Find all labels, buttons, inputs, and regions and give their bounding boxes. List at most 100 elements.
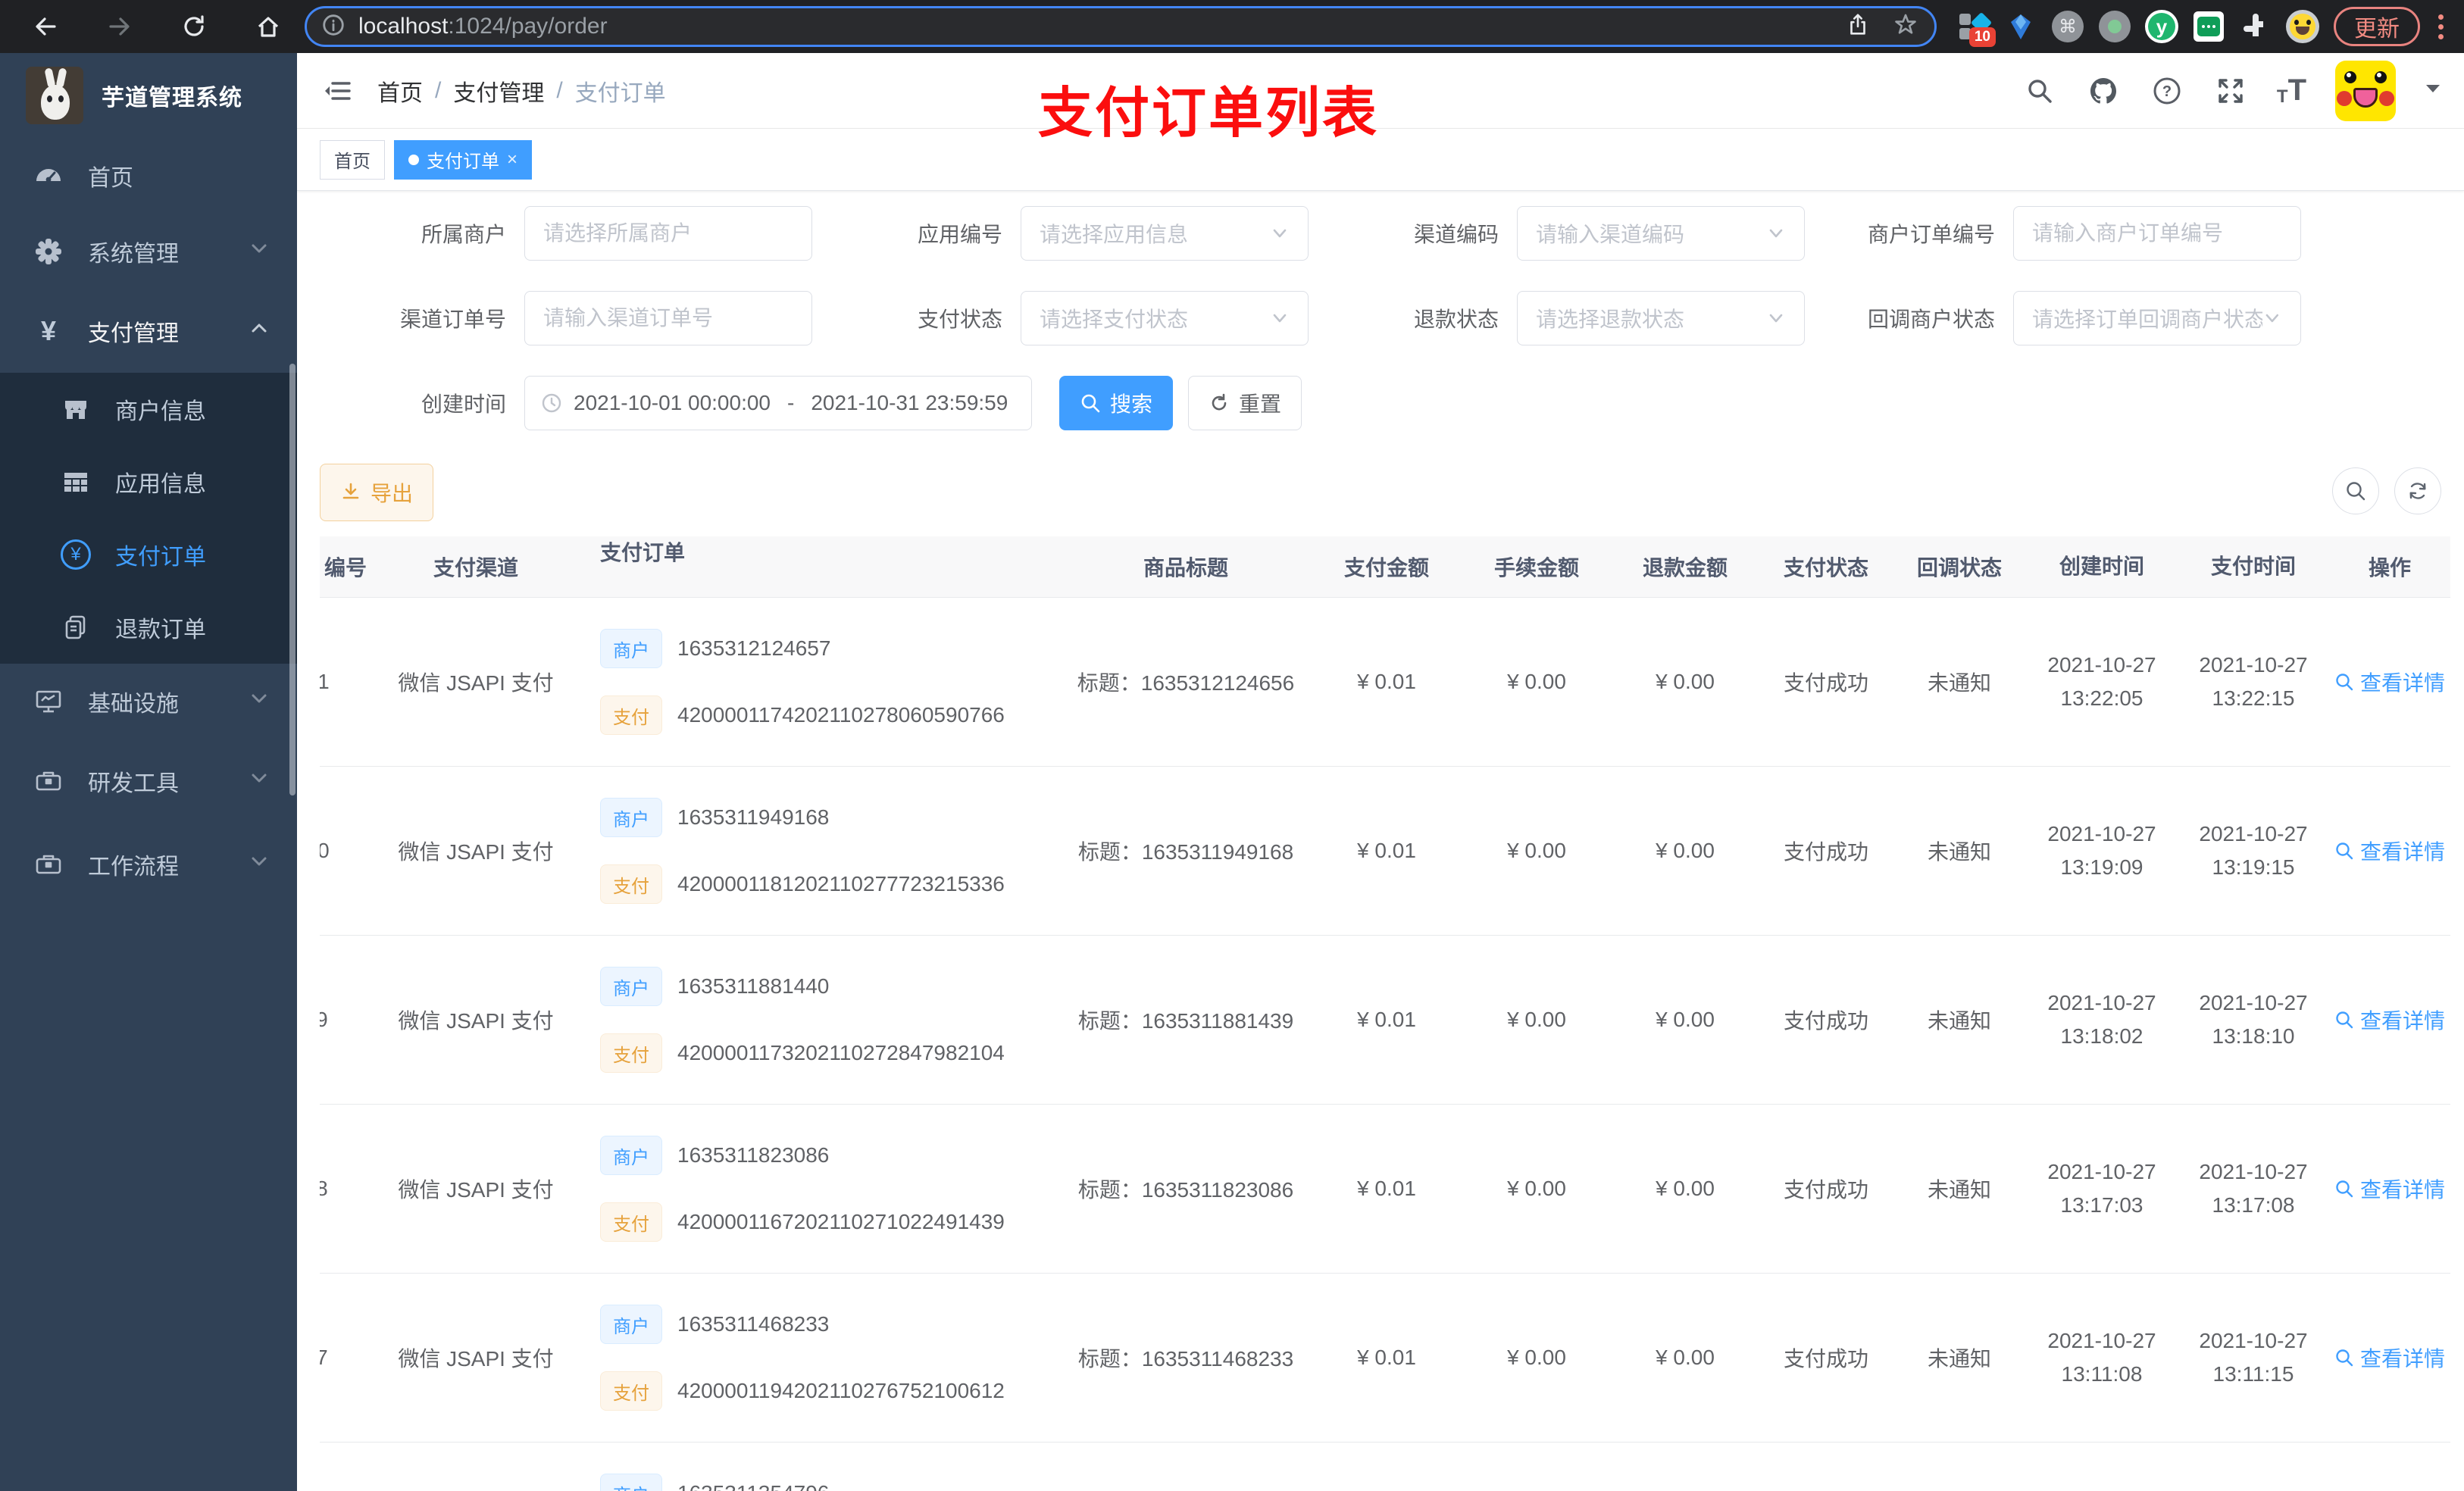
browser-forward-button[interactable] <box>98 5 141 48</box>
browser-address-bar[interactable]: localhost:1024/pay/order <box>305 6 1937 47</box>
browser-update-button[interactable]: 更新 <box>2334 7 2420 46</box>
select-placeholder: 请选择应用信息 <box>1040 223 1189 246</box>
notify-status: 未通知 <box>1927 1347 1991 1371</box>
fee-amount: ¥ 0.00 <box>1507 1177 1566 1200</box>
sidebar-item-infrastructure[interactable]: 基础设施 <box>0 664 297 739</box>
url-text[interactable]: localhost:1024/pay/order <box>358 14 1845 39</box>
merchant-tag: 商户 <box>600 1474 662 1491</box>
search-button[interactable]: 搜索 <box>1059 376 1174 430</box>
view-detail-link[interactable]: 查看详情 <box>2334 1174 2445 1204</box>
sidebar-item-payment[interactable]: ¥ 支付管理 <box>0 289 297 373</box>
profile-emoji-icon[interactable] <box>2285 9 2320 44</box>
font-size-icon[interactable]: TT <box>2277 73 2306 108</box>
sidebar-item-refund-order[interactable]: 退款订单 <box>0 591 297 664</box>
sidebar-item-merchant-info[interactable]: 商户信息 <box>0 373 297 445</box>
gem-extension-icon[interactable] <box>2003 9 2038 44</box>
column-header: 支付时间 <box>2210 555 2296 578</box>
sidebar-item-dev-tools[interactable]: 研发工具 <box>0 739 297 823</box>
filter-label: 商户订单编号 <box>1867 223 1995 246</box>
grid-icon <box>59 467 92 496</box>
merchant-tag: 商户 <box>600 798 662 837</box>
view-detail-link[interactable]: 查看详情 <box>2334 1005 2445 1035</box>
merchant-order-no-input[interactable] <box>2013 206 2301 261</box>
chevron-down-icon <box>1769 229 1783 238</box>
table-row: 121 微信 JSAPI 支付 商户 1635312124657 支付 4200… <box>320 598 2450 767</box>
tab-pay-order[interactable]: 支付订单 × <box>394 139 533 180</box>
breadcrumb-home[interactable]: 首页 <box>377 74 423 108</box>
browser-home-button[interactable] <box>247 5 289 48</box>
pay-order-no: 4200001167202110271022491439 <box>677 1210 1005 1233</box>
chat-extension-icon[interactable] <box>2191 9 2226 44</box>
merchant-tag: 商户 <box>600 967 662 1006</box>
column-header: 支付订单 <box>600 541 686 564</box>
pay-channel: 微信 JSAPI 支付 <box>398 840 554 864</box>
github-icon[interactable] <box>2086 73 2121 108</box>
fee-amount: ¥ 0.00 <box>1507 1346 1566 1369</box>
search-icon[interactable] <box>2022 73 2057 108</box>
refund-status-select[interactable]: 请选择退款状态 <box>1517 291 1805 345</box>
pay-date: 2021-10-27 <box>2199 822 2308 846</box>
chevron-down-icon <box>249 767 270 795</box>
clock-icon <box>542 393 561 413</box>
channel-code-select[interactable]: 请输入渠道编码 <box>1517 206 1805 261</box>
date-separator: - <box>787 391 795 414</box>
pay-amount: ¥ 0.01 <box>1357 670 1416 693</box>
puzzle-extensions-icon[interactable] <box>2238 9 2273 44</box>
browser-toolbar: localhost:1024/pay/order 10 ⌘ y 更新 <box>0 0 2464 53</box>
breadcrumb-payment[interactable]: 支付管理 <box>453 74 544 108</box>
bookmark-star-icon[interactable] <box>1892 11 1919 42</box>
refresh-table-button[interactable] <box>2394 467 2441 514</box>
user-menu-caret-icon[interactable] <box>2425 83 2441 98</box>
pay-status: 支付成功 <box>1783 1347 1868 1371</box>
view-detail-link[interactable]: 查看详情 <box>2334 1343 2445 1373</box>
merchant-filter-input[interactable] <box>524 206 812 261</box>
yen-circle-icon: ¥ <box>59 539 92 570</box>
app-id-select[interactable]: 请选择应用信息 <box>1021 206 1309 261</box>
chevron-down-icon <box>1273 229 1287 238</box>
help-icon[interactable]: ? <box>2150 73 2184 108</box>
sidebar-item-home[interactable]: 首页 <box>0 138 297 214</box>
sidebar-item-system[interactable]: 系统管理 <box>0 214 297 289</box>
reset-button[interactable]: 重置 <box>1188 376 1302 430</box>
sidebar-collapse-icon[interactable] <box>320 72 358 110</box>
fullscreen-icon[interactable] <box>2213 73 2248 108</box>
close-icon[interactable]: × <box>507 150 518 169</box>
monitor-icon <box>32 687 65 716</box>
share-icon[interactable] <box>1845 12 1871 42</box>
browser-reload-button[interactable] <box>173 5 215 48</box>
merchant-order-no: 1635311949168 <box>677 805 830 829</box>
keyboard-shortcut-extension-icon[interactable]: ⌘ <box>2050 9 2085 44</box>
pay-status-select[interactable]: 请选择支付状态 <box>1021 291 1309 345</box>
yudao-extension-icon[interactable]: y <box>2144 9 2179 44</box>
export-button[interactable]: 导出 <box>320 464 434 521</box>
url-host: localhost <box>358 14 449 39</box>
pay-status: 支付成功 <box>1783 671 1868 695</box>
channel-order-no-input[interactable] <box>524 291 812 345</box>
merchant-tag: 商户 <box>600 629 662 668</box>
search-icon <box>2336 1180 2353 1198</box>
refund-amount: ¥ 0.00 <box>1656 670 1715 693</box>
logo-image <box>26 67 83 124</box>
create-date: 2021-10-27 <box>2047 822 2156 846</box>
sidebar-scrollbar[interactable] <box>289 364 295 796</box>
sidebar-item-app-info[interactable]: 应用信息 <box>0 445 297 518</box>
pay-status: 支付成功 <box>1783 1009 1868 1033</box>
tab-home[interactable]: 首页 <box>320 139 385 180</box>
refund-amount: ¥ 0.00 <box>1656 839 1715 862</box>
sidebar-item-pay-order[interactable]: ¥ 支付订单 <box>0 518 297 591</box>
create-time-range-input[interactable]: 2021-10-01 00:00:00 - 2021-10-31 23:59:5… <box>524 376 1032 430</box>
create-date: 2021-10-27 <box>2047 1160 2156 1183</box>
filter-label: 创建时间 <box>421 392 506 416</box>
show-search-toggle-button[interactable] <box>2332 467 2379 514</box>
user-avatar[interactable] <box>2335 60 2396 121</box>
notify-status-select[interactable]: 请选择订单回调商户状态 <box>2013 291 2301 345</box>
view-detail-link[interactable]: 查看详情 <box>2334 667 2445 697</box>
refund-amount: ¥ 0.00 <box>1656 1008 1715 1031</box>
recorder-extension-icon[interactable] <box>2097 9 2132 44</box>
browser-menu-icon[interactable] <box>2431 14 2450 39</box>
sidebar-item-workflow[interactable]: 工作流程 <box>0 823 297 906</box>
view-detail-link[interactable]: 查看详情 <box>2334 836 2445 866</box>
shortcuts-extension-icon[interactable]: 10 <box>1956 9 1996 47</box>
site-info-icon[interactable] <box>321 12 346 42</box>
browser-back-button[interactable] <box>24 5 67 48</box>
